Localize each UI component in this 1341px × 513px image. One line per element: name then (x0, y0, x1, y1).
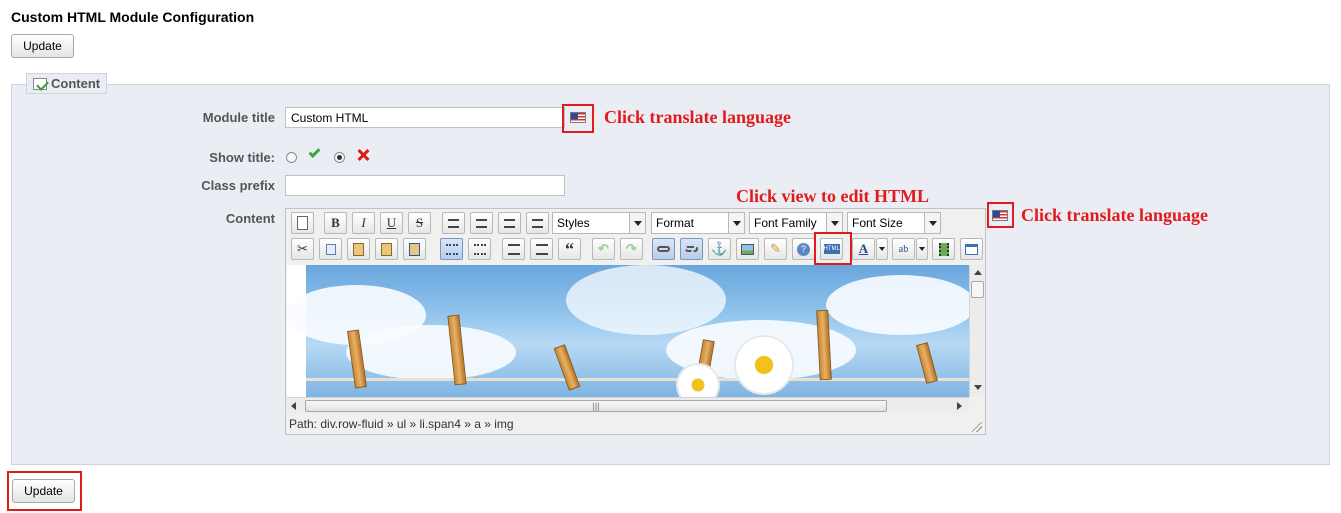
editor-horizontal-scrollbar[interactable]: ||| (287, 397, 969, 413)
edit-icon (33, 77, 47, 90)
content-label: Content (225, 211, 275, 226)
italic-icon[interactable]: I (352, 212, 375, 234)
help-icon[interactable]: ? (792, 238, 815, 260)
paste-text-icon[interactable] (375, 238, 398, 260)
cleanup-icon[interactable]: ✎ (764, 238, 787, 260)
ordered-list-icon[interactable] (468, 238, 491, 260)
indent-icon[interactable] (530, 238, 553, 260)
module-title-input[interactable] (285, 107, 565, 128)
unlink-icon[interactable] (680, 238, 703, 260)
clothesline-image (287, 265, 969, 397)
undo-icon[interactable]: ↶ (592, 238, 615, 260)
cross-icon (356, 148, 370, 162)
translate-content-callout: Click translate language (1021, 205, 1208, 225)
cut-icon[interactable]: ✂ (291, 238, 314, 260)
image-icon[interactable] (736, 238, 759, 260)
align-right-icon[interactable] (498, 212, 521, 234)
copy-icon[interactable] (319, 238, 342, 260)
us-flag-icon-content[interactable] (992, 210, 1008, 221)
wysiwyg-editor: B I U S Styles Format Font Family Font S… (285, 208, 986, 435)
media-icon[interactable] (932, 238, 955, 260)
link-icon[interactable] (652, 238, 675, 260)
font-family-select[interactable]: Font Family (749, 212, 843, 234)
strikethrough-icon[interactable]: S (408, 212, 431, 234)
new-document-icon[interactable] (291, 212, 314, 234)
format-select[interactable]: Format (651, 212, 745, 234)
show-title-no-radio[interactable] (334, 152, 345, 163)
underline-icon[interactable]: U (380, 212, 403, 234)
template-icon[interactable] (960, 238, 983, 260)
show-title-label: Show title: (209, 150, 275, 165)
bold-icon[interactable]: B (324, 212, 347, 234)
text-color-dropdown[interactable] (876, 238, 888, 260)
page-title: Custom HTML Module Configuration (11, 9, 255, 25)
outdent-icon[interactable] (502, 238, 525, 260)
view-html-callout: Click view to edit HTML (736, 186, 929, 206)
highlight-color-dropdown[interactable] (916, 238, 928, 260)
html-button-highlight (814, 232, 852, 265)
unordered-list-icon[interactable] (440, 238, 463, 260)
paste-word-icon[interactable] (403, 238, 426, 260)
update-button-bottom[interactable]: Update (12, 479, 75, 503)
editor-content-area[interactable] (287, 265, 969, 397)
content-legend: Content (26, 73, 108, 94)
highlight-color-icon[interactable]: ab (892, 238, 915, 260)
align-left-icon[interactable] (442, 212, 465, 234)
text-color-icon[interactable]: A (852, 238, 875, 260)
element-path: Path: div.row-fluid » ul » li.span4 » a … (289, 417, 514, 431)
us-flag-icon[interactable] (570, 112, 586, 123)
show-title-yes-radio[interactable] (286, 152, 297, 163)
legend-label: Content (51, 76, 101, 91)
font-size-select[interactable]: Font Size (847, 212, 941, 234)
update-button-top[interactable]: Update (11, 34, 74, 58)
anchor-icon[interactable]: ⚓ (708, 238, 731, 260)
editor-vertical-scrollbar[interactable] (969, 265, 985, 397)
translate-title-callout: Click translate language (604, 107, 791, 127)
align-center-icon[interactable] (470, 212, 493, 234)
module-title-label: Module title (202, 110, 275, 125)
align-justify-icon[interactable] (526, 212, 549, 234)
styles-select[interactable]: Styles (552, 212, 646, 234)
class-prefix-input[interactable] (285, 175, 565, 196)
blockquote-icon[interactable]: “ (558, 238, 581, 260)
editor-path-bar: Path: div.row-fluid » ul » li.span4 » a … (287, 414, 984, 434)
redo-icon[interactable]: ↷ (620, 238, 643, 260)
resize-handle-icon[interactable] (972, 422, 982, 432)
paste-icon[interactable] (347, 238, 370, 260)
class-prefix-label: Class prefix (201, 178, 275, 193)
